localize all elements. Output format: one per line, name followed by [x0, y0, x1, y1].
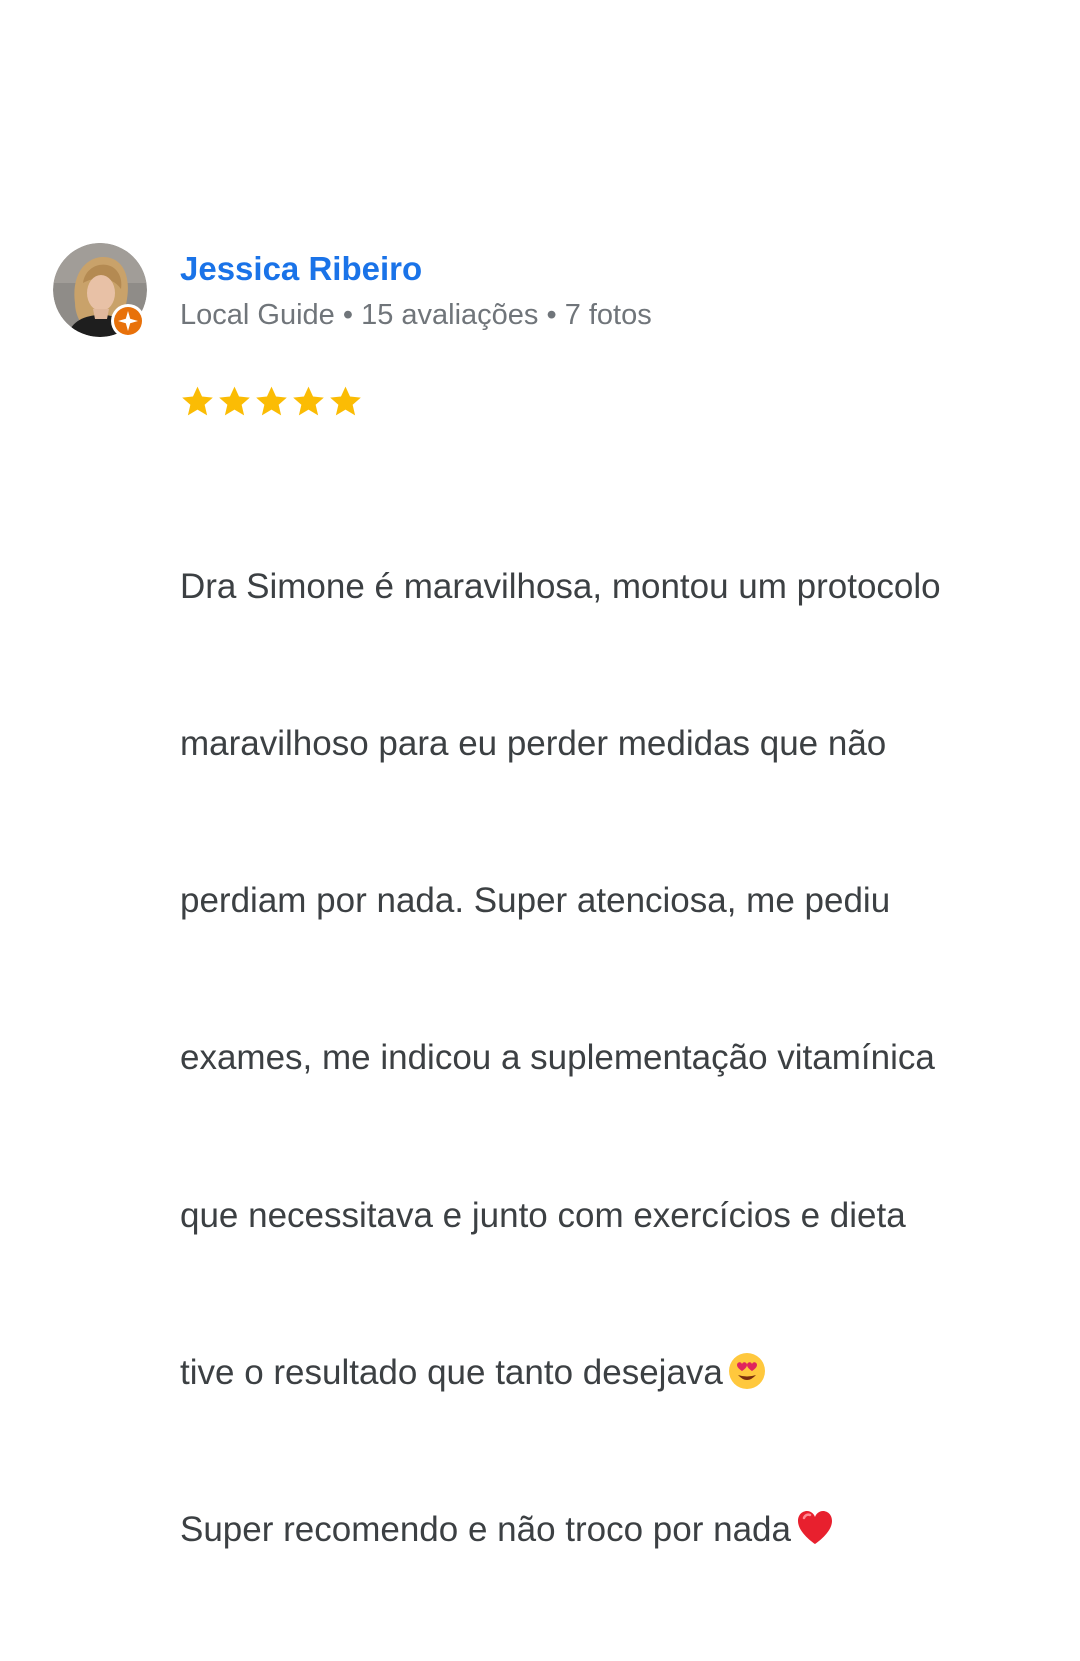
review-line-text: Super recomendo e não troco por nada — [180, 1510, 791, 1550]
review-line-with-emoji: tive o resultado que tanto desejava — [180, 1347, 1060, 1399]
star-icon — [182, 386, 213, 416]
star-icon — [293, 386, 324, 416]
review-line: maravilhoso para eu perder medidas que n… — [180, 724, 887, 764]
meta-separator: • — [546, 299, 557, 331]
review-line-with-emoji: Super recomendo e não troco por nada — [180, 1504, 1060, 1556]
photos-count: 7 fotos — [564, 299, 652, 331]
heart-eyes-emoji-icon — [728, 1352, 765, 1389]
reviewer-name[interactable]: Jessica Ribeiro — [180, 249, 422, 289]
review-line: perdiam por nada. Super atenciosa, me pe… — [180, 881, 891, 921]
review-card: Jessica Ribeiro Local Guide • 15 avaliaç… — [0, 0, 1080, 1549]
star-icon — [219, 386, 250, 416]
review-line: exames, me indicou a suplementação vitam… — [180, 1038, 935, 1078]
red-heart-emoji-icon — [797, 1511, 832, 1545]
reviews-count: 15 avaliações — [361, 299, 539, 331]
reviewer-avatar[interactable] — [53, 243, 147, 338]
review-line-text: tive o resultado que tanto desejava — [180, 1352, 723, 1392]
review-text: Dra Simone é maravilhosa, montou um prot… — [180, 456, 1060, 1661]
reviewer-meta: Local Guide • 15 avaliações • 7 fotos — [180, 296, 652, 334]
review-line: que necessitava e junto com exercícios e… — [180, 1195, 906, 1235]
star-icon — [256, 386, 287, 416]
local-guide-label: Local Guide — [180, 299, 335, 331]
star-icon — [330, 386, 361, 416]
meta-separator: • — [342, 299, 353, 331]
star-rating — [180, 384, 363, 420]
local-guide-badge-icon — [111, 304, 145, 338]
review-line: Dra Simone é maravilhosa, montou um prot… — [180, 566, 941, 606]
